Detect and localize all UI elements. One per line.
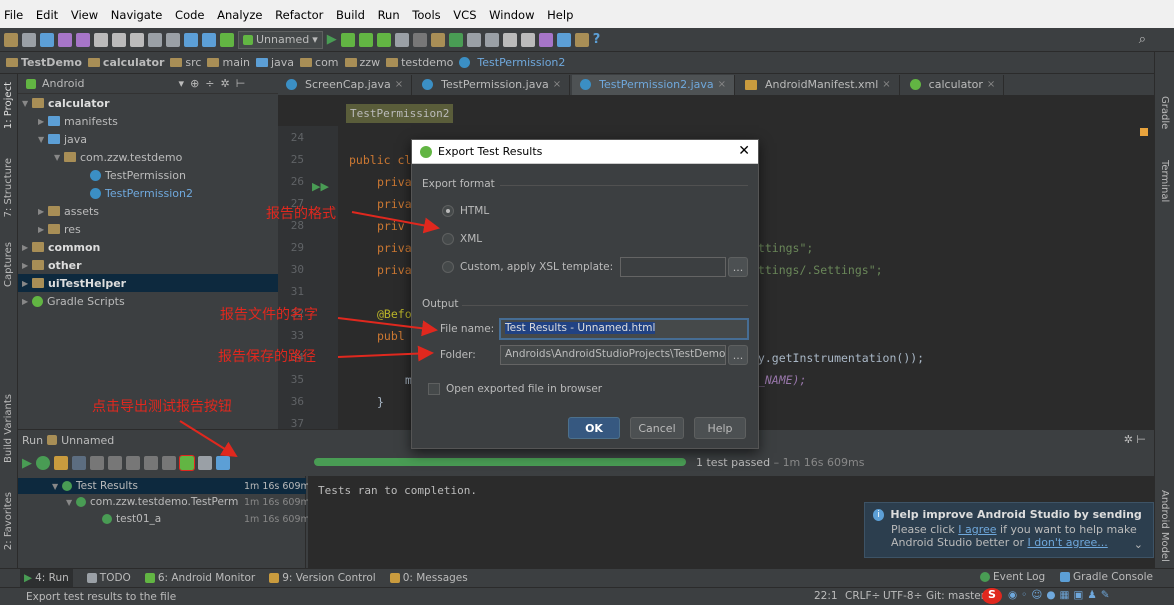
- annotation-path: 报告保存的路径: [218, 349, 316, 365]
- annotation-filename: 报告文件的名字: [220, 307, 318, 323]
- annotation-export-button: 点击导出测试报告按钮: [92, 399, 232, 415]
- export-arrow: [179, 420, 238, 458]
- annotation-format: 报告的格式: [266, 206, 336, 222]
- annotation-arrows: [179, 211, 440, 458]
- path-arrow: [337, 345, 434, 362]
- filename-arrow: [337, 317, 438, 337]
- format-arrow: [351, 211, 440, 234]
